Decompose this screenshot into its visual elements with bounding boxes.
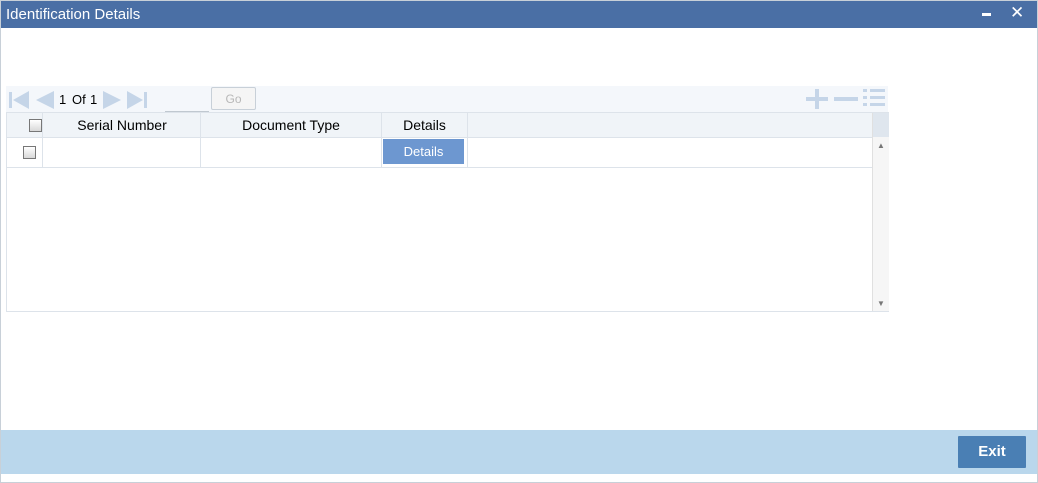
- row-checkbox[interactable]: [23, 146, 36, 159]
- of-label: Of: [72, 92, 86, 107]
- goto-page-input[interactable]: [165, 91, 209, 112]
- table-row: Details: [7, 137, 872, 168]
- go-button[interactable]: Go: [211, 87, 256, 110]
- window-title: Identification Details: [6, 6, 141, 23]
- close-icon[interactable]: ✕: [1010, 1, 1026, 25]
- delete-row-icon[interactable]: [833, 89, 859, 109]
- exit-button[interactable]: Exit: [958, 436, 1026, 468]
- select-all-checkbox[interactable]: [29, 119, 42, 132]
- column-header-document-type[interactable]: Document Type: [201, 117, 381, 133]
- details-button[interactable]: Details: [383, 139, 464, 164]
- vertical-scrollbar[interactable]: ▲ ▼: [872, 113, 889, 311]
- first-page-icon[interactable]: [8, 90, 30, 110]
- scroll-down-icon[interactable]: ▼: [877, 299, 885, 308]
- previous-page-icon[interactable]: [33, 90, 55, 110]
- next-page-icon[interactable]: [102, 90, 124, 110]
- title-bar: Identification Details ✕: [1, 1, 1037, 28]
- grid-toolbar: 1 Of 1 Go: [6, 86, 888, 112]
- add-row-icon[interactable]: [805, 89, 829, 109]
- minimize-icon[interactable]: [978, 1, 994, 25]
- identification-grid: Serial Number Document Type Details Deta…: [6, 112, 889, 312]
- column-header-details[interactable]: Details: [382, 117, 467, 133]
- footer-bar: Exit: [1, 430, 1037, 474]
- identification-details-window: Identification Details ✕ 1 Of 1 Go Seria…: [0, 0, 1038, 483]
- current-page: 1: [59, 92, 67, 107]
- single-view-icon[interactable]: [862, 87, 886, 109]
- total-pages: 1: [90, 92, 98, 107]
- grid-header: Serial Number Document Type Details: [7, 113, 872, 167]
- scroll-up-icon[interactable]: ▲: [877, 141, 885, 150]
- column-header-serial-number[interactable]: Serial Number: [43, 117, 201, 133]
- last-page-icon[interactable]: [126, 90, 148, 110]
